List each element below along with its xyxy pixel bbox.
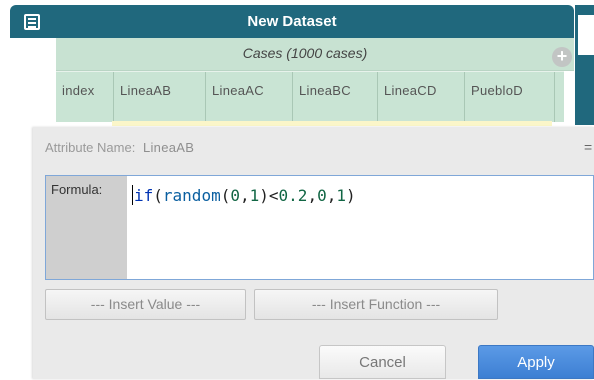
column-header-index[interactable]: index xyxy=(56,72,113,122)
collection-title: Cases (1000 cases) xyxy=(242,45,368,61)
apply-button[interactable]: Apply xyxy=(478,345,594,379)
adjacent-panel-inner xyxy=(578,15,594,55)
collection-header: Cases (1000 cases) + xyxy=(56,38,574,71)
table-row xyxy=(112,121,552,126)
attribute-name-row: Attribute Name: LineaAB xyxy=(45,140,194,155)
attribute-header-row: index LineaAB LineaAC LineaBC LineaCD Pu… xyxy=(56,71,564,122)
insert-value-button[interactable]: --- Insert Value --- xyxy=(45,289,246,320)
formula-token: , xyxy=(307,186,318,205)
dialog-edge-marker: = xyxy=(584,139,593,155)
column-header-lineacd[interactable]: LineaCD xyxy=(377,72,464,122)
formula-token: , xyxy=(326,186,337,205)
formula-token: 0 xyxy=(317,186,327,205)
column-header-lineaab[interactable]: LineaAB xyxy=(113,72,205,122)
formula-token: random xyxy=(162,186,221,205)
attribute-name-input[interactable]: LineaAB xyxy=(143,140,194,155)
formula-token: 0.2 xyxy=(278,186,308,205)
formula-token: 1 xyxy=(336,186,346,205)
formula-token: ( xyxy=(220,186,231,205)
formula-token: , xyxy=(239,186,250,205)
column-header-lineaac[interactable]: LineaAC xyxy=(205,72,292,122)
formula-token: if xyxy=(134,186,154,205)
column-header-overflow xyxy=(554,72,564,122)
window-title: New Dataset xyxy=(247,13,337,30)
formula-token: 1 xyxy=(249,186,260,205)
formula-token: ( xyxy=(153,186,163,205)
text-caret xyxy=(132,185,133,205)
formula-label: Formula: xyxy=(51,182,103,197)
formula-token: ) xyxy=(346,186,356,205)
attribute-name-label: Attribute Name: xyxy=(45,140,136,155)
formula-editor[interactable]: Formula: if(random(0,1)<0.2,0,1) xyxy=(45,175,594,280)
table-left-gutter xyxy=(10,38,56,124)
insert-function-button[interactable]: --- Insert Function --- xyxy=(254,289,498,320)
column-header-pueblod[interactable]: PuebloD xyxy=(464,72,554,122)
formula-token: )< xyxy=(259,186,279,205)
formula-input[interactable]: if(random(0,1)<0.2,0,1) xyxy=(132,185,356,205)
formula-label-cell: Formula: xyxy=(46,176,127,279)
column-header-lineabc[interactable]: LineaBC xyxy=(292,72,377,122)
cancel-button[interactable]: Cancel xyxy=(319,345,446,379)
formula-token: 0 xyxy=(230,186,240,205)
dataset-titlebar[interactable]: New Dataset xyxy=(10,5,574,38)
add-attribute-icon[interactable]: + xyxy=(552,47,572,67)
